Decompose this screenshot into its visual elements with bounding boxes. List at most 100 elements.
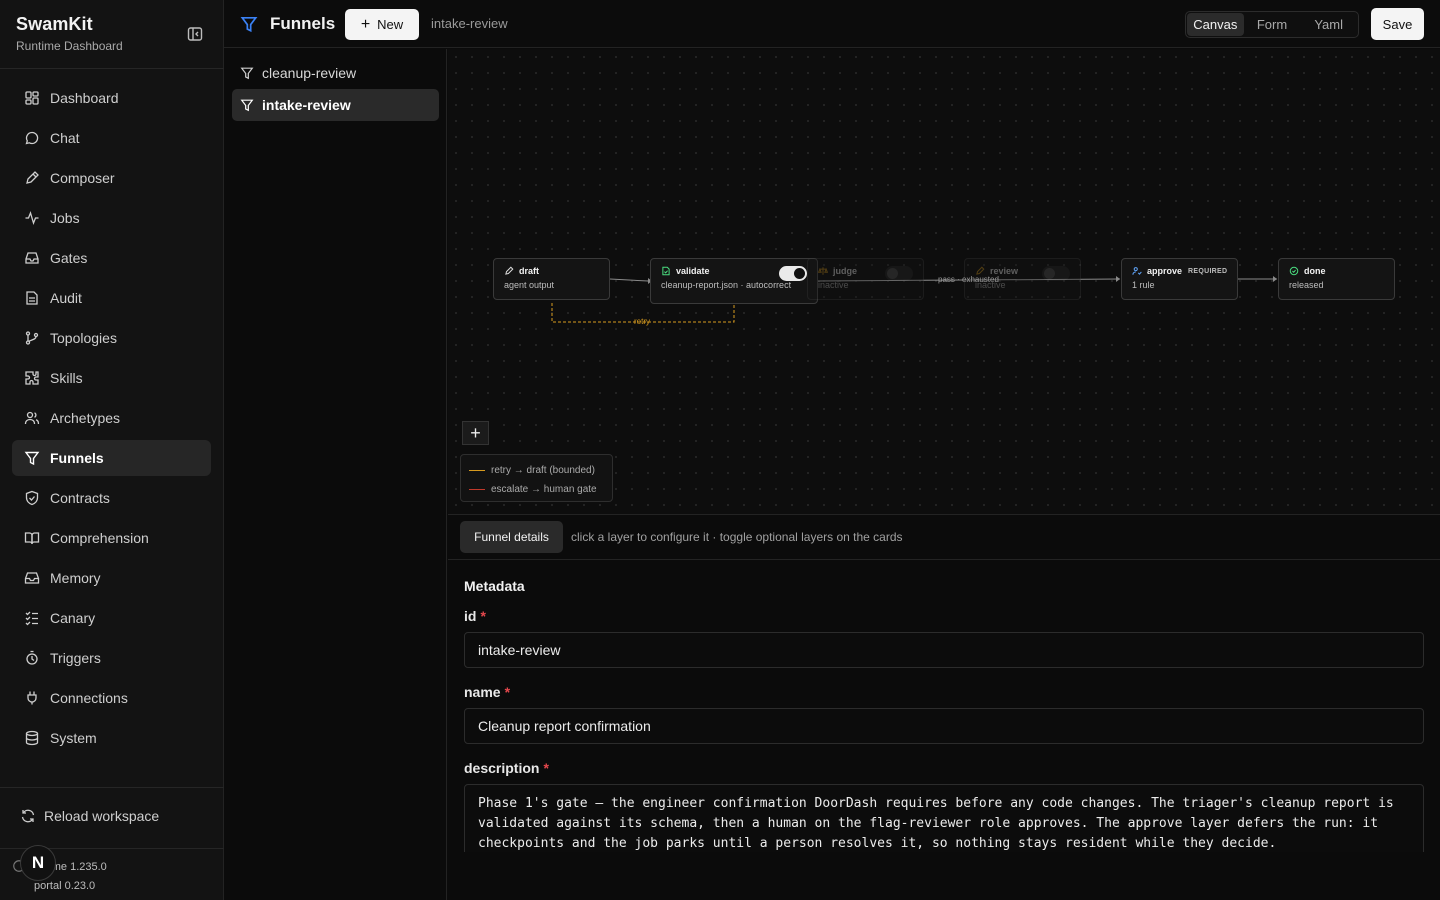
tab-yaml[interactable]: Yaml xyxy=(1300,13,1357,36)
arrowhead-done xyxy=(1273,276,1277,282)
connections-icon xyxy=(24,690,40,706)
zoom-in-button[interactable]: + xyxy=(462,421,489,445)
legend-label: escalate → human gate xyxy=(491,484,597,495)
scale-icon xyxy=(818,266,828,276)
node-subtitle: agent output xyxy=(504,280,555,290)
pencil-icon xyxy=(504,266,514,276)
label-text: name xyxy=(464,684,501,700)
sidebar-item-label: Chat xyxy=(50,130,80,146)
sidebar-toggle-icon xyxy=(187,27,203,41)
breadcrumb: intake-review xyxy=(431,16,508,31)
legend-line-escalate xyxy=(469,489,485,490)
node-approve[interactable]: approve REQUIRED 1 rule xyxy=(1121,258,1238,300)
dashboard-icon xyxy=(24,90,40,106)
legend-item-escalate: escalate → human gate xyxy=(469,480,604,499)
node-title: done xyxy=(1304,266,1326,276)
sidebar-item-contracts[interactable]: Contracts xyxy=(12,480,211,516)
check-circle-icon xyxy=(1289,266,1299,276)
funnel-list-label: cleanup-review xyxy=(262,65,357,81)
node-subtitle: cleanup-report.json · autocorrect xyxy=(661,280,792,290)
node-title: approve xyxy=(1147,266,1183,276)
node-done[interactable]: done released xyxy=(1278,258,1395,300)
file-check-icon xyxy=(661,266,671,276)
sidebar-item-jobs[interactable]: Jobs xyxy=(12,200,211,236)
portal-version: portal 0.23.0 xyxy=(34,880,96,892)
node-title: draft xyxy=(519,266,539,276)
node-subtitle: released xyxy=(1289,280,1324,290)
gates-icon xyxy=(24,250,40,266)
sidebar-item-audit[interactable]: Audit xyxy=(12,280,211,316)
sidebar-item-dashboard[interactable]: Dashboard xyxy=(12,80,211,116)
details-tabbar: Funnel details click a layer to configur… xyxy=(448,515,1440,560)
sidebar-item-funnels[interactable]: Funnels xyxy=(12,440,211,476)
page-title: Funnels xyxy=(270,14,336,33)
plus-icon: + xyxy=(360,15,371,33)
node-validate[interactable]: validate cleanup-report.json · autocorre… xyxy=(650,258,818,304)
sidebar-item-topologies[interactable]: Topologies xyxy=(12,320,211,356)
funnel-icon xyxy=(240,66,254,80)
sidebar-item-label: Audit xyxy=(50,290,82,306)
sidebar-item-label: Comprehension xyxy=(50,530,149,546)
avatar[interactable]: N xyxy=(20,845,56,881)
sidebar-item-label: Memory xyxy=(50,570,101,586)
user-check-icon xyxy=(1132,266,1142,276)
topbar: Funnels + New intake-review Canvas Form … xyxy=(224,0,1440,48)
sidebar-item-label: Archetypes xyxy=(50,410,121,426)
sidebar-item-memory[interactable]: Memory xyxy=(12,560,211,596)
jobs-icon xyxy=(24,210,40,226)
details-form: Metadata id * intake-review name * Cleanup… xyxy=(448,561,1440,852)
sidebar-item-composer[interactable]: Composer xyxy=(12,160,211,196)
plus-icon: + xyxy=(470,422,481,443)
judge-layer-toggle[interactable] xyxy=(885,266,913,281)
sidebar-item-system[interactable]: System xyxy=(12,720,211,756)
brand-subtitle: Runtime Dashboard xyxy=(16,39,123,53)
sidebar-item-comprehension[interactable]: Comprehension xyxy=(12,520,211,556)
tab-funnel-details[interactable]: Funnel details xyxy=(460,521,563,553)
funnel-icon xyxy=(24,450,40,466)
sidebar-item-triggers[interactable]: Triggers xyxy=(12,640,211,676)
node-judge[interactable]: judge inactive xyxy=(807,258,924,300)
sidebar-item-gates[interactable]: Gates xyxy=(12,240,211,276)
comprehension-icon xyxy=(24,530,40,546)
validate-layer-toggle[interactable] xyxy=(779,266,807,281)
legend-line-retry xyxy=(469,470,485,471)
name-field[interactable]: Cleanup report confirmation xyxy=(464,708,1424,744)
node-title: judge xyxy=(833,266,857,276)
id-field[interactable]: intake-review xyxy=(464,632,1424,668)
save-button[interactable]: Save xyxy=(1371,8,1424,40)
funnel-list-item-cleanup-review[interactable]: cleanup-review xyxy=(232,57,439,89)
legend-item-retry: retry → draft (bounded) xyxy=(469,461,604,480)
review-layer-toggle[interactable] xyxy=(1042,266,1070,281)
arrowhead-approve xyxy=(1116,276,1120,282)
sidebar-item-label: Dashboard xyxy=(50,90,119,106)
new-funnel-button[interactable]: + New xyxy=(345,9,419,40)
sidebar-item-label: Triggers xyxy=(50,650,101,666)
sidebar-collapse-button[interactable] xyxy=(184,24,206,44)
required-badge: REQUIRED xyxy=(1188,267,1228,275)
sidebar-item-label: Contracts xyxy=(50,490,110,506)
canvas-legend: retry → draft (bounded) escalate → human… xyxy=(460,454,613,502)
sidebar-divider-top xyxy=(0,68,224,69)
node-title: validate xyxy=(676,266,710,276)
field-label-name: name * xyxy=(464,684,510,700)
funnel-list-item-intake-review[interactable]: intake-review xyxy=(232,89,439,121)
sidebar-item-canary[interactable]: Canary xyxy=(12,600,211,636)
sidebar-item-archetypes[interactable]: Archetypes xyxy=(12,400,211,436)
funnel-canvas[interactable]: draft agent output validate cleanup-repo… xyxy=(448,49,1440,515)
brand-title: SwamKit xyxy=(16,14,93,34)
reload-workspace-button[interactable]: Reload workspace xyxy=(20,808,159,824)
tab-form[interactable]: Form xyxy=(1244,13,1301,36)
field-label-id: id * xyxy=(464,608,486,624)
tab-canvas[interactable]: Canvas xyxy=(1187,13,1244,36)
sidebar-divider-bottom xyxy=(0,787,224,788)
section-title-metadata: Metadata xyxy=(464,578,525,594)
sidebar-item-connections[interactable]: Connections xyxy=(12,680,211,716)
description-field[interactable]: Phase 1's gate — the engineer confirmati… xyxy=(464,784,1424,852)
edge-draft-validate xyxy=(609,278,649,282)
sidebar-item-label: Connections xyxy=(50,690,128,706)
required-mark: * xyxy=(543,760,549,776)
node-draft[interactable]: draft agent output xyxy=(493,258,610,300)
sidebar-item-chat[interactable]: Chat xyxy=(12,120,211,156)
sidebar-item-skills[interactable]: Skills xyxy=(12,360,211,396)
funnel-list-panel: cleanup-review intake-review xyxy=(224,49,447,900)
